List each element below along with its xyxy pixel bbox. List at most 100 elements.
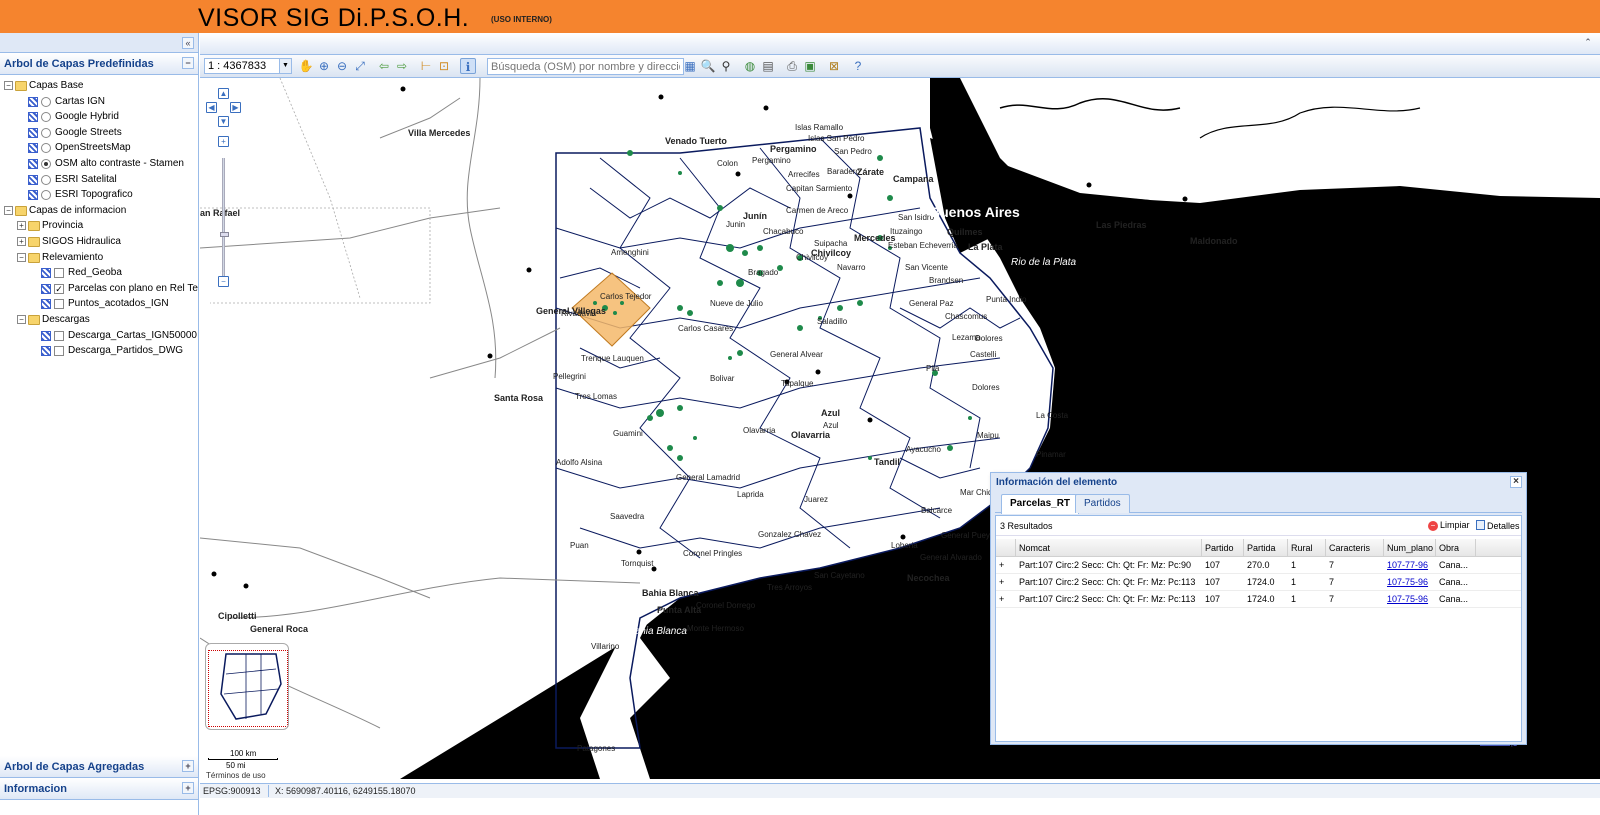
- tab-partidos[interactable]: Partidos: [1075, 494, 1130, 513]
- tree-node-label[interactable]: OSM alto contraste - Stamen: [55, 156, 184, 171]
- tree-node[interactable]: Google Streets: [0, 125, 198, 141]
- globe-icon[interactable]: ◍: [742, 58, 758, 74]
- tree-node-label[interactable]: Puntos_acotados_IGN: [68, 296, 169, 311]
- chevron-down-icon[interactable]: ▼: [279, 59, 291, 73]
- zoom-out-button[interactable]: −: [218, 276, 229, 287]
- tree-node[interactable]: + SIGOS Hidraulica: [0, 234, 198, 250]
- added-layers-header[interactable]: Arbol de Capas Agregadas +: [0, 756, 198, 778]
- tree-node[interactable]: − Relevamiento: [0, 250, 198, 266]
- expand-row-icon[interactable]: +: [996, 557, 1016, 573]
- info-icon[interactable]: ℹ: [460, 58, 476, 74]
- table-row[interactable]: + Part:107 Circ:2 Secc: Ch: Qt: Fr: Mz: P…: [996, 574, 1521, 591]
- tree-node-label[interactable]: Descarga_Partidos_DWG: [68, 343, 183, 358]
- tree-node[interactable]: + Provincia: [0, 218, 198, 234]
- tree-node[interactable]: Descarga_Partidos_DWG: [0, 343, 198, 359]
- zoom-slider[interactable]: [220, 158, 229, 283]
- tree-node[interactable]: ESRI Satelital: [0, 172, 198, 188]
- measure-area-icon[interactable]: ⊡: [436, 58, 452, 74]
- tree-node-label[interactable]: SIGOS Hidraulica: [42, 234, 121, 249]
- layer-checkbox[interactable]: [54, 330, 64, 341]
- expand-node-icon[interactable]: +: [17, 236, 26, 246]
- layer-checkbox[interactable]: [54, 299, 64, 310]
- expand-row-icon[interactable]: +: [996, 591, 1016, 607]
- layer-radio[interactable]: [41, 96, 51, 107]
- export-icon[interactable]: ▤: [760, 58, 776, 74]
- plan-number-link[interactable]: 107-77-96: [1387, 560, 1428, 570]
- tree-node-label[interactable]: Capas de informacion: [29, 203, 126, 218]
- scale-combo[interactable]: 1 : 4367833 ▼: [204, 58, 292, 74]
- layer-radio[interactable]: [41, 112, 51, 123]
- tree-node[interactable]: ✓ Parcelas con plano en Rel Territ: [0, 281, 198, 297]
- tree-node[interactable]: OpenStreetsMap: [0, 140, 198, 156]
- expand-info-button[interactable]: +: [182, 782, 194, 794]
- measure-distance-icon[interactable]: ⊢: [418, 58, 434, 74]
- layer-checkbox[interactable]: ✓: [54, 283, 64, 294]
- tree-node-label[interactable]: Google Streets: [55, 125, 122, 140]
- tree-node-label[interactable]: Parcelas con plano en Rel Territ: [68, 281, 198, 296]
- tree-node[interactable]: Puntos_acotados_IGN: [0, 296, 198, 312]
- column-header[interactable]: Rural: [1288, 539, 1326, 556]
- tree-node[interactable]: ESRI Topografico: [0, 187, 198, 203]
- pan-left-icon[interactable]: ◀: [206, 102, 217, 113]
- terms-link[interactable]: Términos de uso: [206, 771, 266, 779]
- close-icon[interactable]: ×: [1510, 476, 1522, 488]
- tree-node[interactable]: OSM alto contraste - Stamen: [0, 156, 198, 172]
- layer-radio[interactable]: [41, 190, 51, 201]
- tree-node-label[interactable]: Google Hybrid: [55, 109, 119, 124]
- column-header[interactable]: Partida: [1244, 539, 1288, 556]
- pan-right-icon[interactable]: ▶: [230, 102, 241, 113]
- layer-radio[interactable]: [41, 174, 51, 185]
- layer-radio[interactable]: [41, 127, 51, 138]
- tree-node-label[interactable]: Red_Geoba: [68, 265, 122, 280]
- zoom-in-button[interactable]: +: [218, 136, 229, 147]
- zoom-in-icon[interactable]: ⊕: [316, 58, 332, 74]
- feature-info-window[interactable]: Información del elemento × Parcelas_RT P…: [990, 472, 1527, 745]
- binoculars-icon[interactable]: ⚲: [718, 58, 734, 74]
- tree-node[interactable]: − Descargas: [0, 312, 198, 328]
- zoom-extent-icon[interactable]: ⤢: [352, 58, 368, 74]
- tree-node-label[interactable]: Descargas: [42, 312, 90, 327]
- collapse-panel-button[interactable]: «: [182, 37, 194, 49]
- tree-node[interactable]: Cartas IGN: [0, 94, 198, 110]
- image-export-icon[interactable]: ▣: [802, 58, 818, 74]
- search-input[interactable]: [487, 58, 684, 75]
- print-icon[interactable]: ⎙: [784, 58, 800, 74]
- expand-added-button[interactable]: +: [182, 760, 194, 772]
- column-header[interactable]: Partido: [1202, 539, 1244, 556]
- predefined-layers-header[interactable]: Arbol de Capas Predefinidas −: [0, 53, 198, 75]
- tree-node-label[interactable]: OpenStreetsMap: [55, 140, 131, 155]
- collapse-top-icon[interactable]: ⌃: [1582, 37, 1594, 49]
- tree-node[interactable]: Descarga_Cartas_IGN50000: [0, 328, 198, 344]
- column-header[interactable]: Nomcat: [1016, 539, 1202, 556]
- expand-node-icon[interactable]: +: [17, 221, 26, 231]
- collapse-node-icon[interactable]: −: [17, 314, 26, 324]
- tree-node[interactable]: Red_Geoba: [0, 265, 198, 281]
- tree-node[interactable]: Google Hybrid: [0, 109, 198, 125]
- tree-node-label[interactable]: Descarga_Cartas_IGN50000: [68, 328, 197, 343]
- help-icon[interactable]: ?: [850, 58, 866, 74]
- pan-down-icon[interactable]: ▼: [218, 116, 229, 127]
- column-header[interactable]: Obra: [1436, 539, 1476, 556]
- column-header[interactable]: Caracteris: [1326, 539, 1384, 556]
- previous-view-icon[interactable]: ⇦: [376, 58, 392, 74]
- tree-node-label[interactable]: ESRI Satelital: [55, 172, 117, 187]
- layer-checkbox[interactable]: [54, 268, 64, 279]
- pan-up-icon[interactable]: ▲: [218, 88, 229, 99]
- tree-node[interactable]: − Capas de informacion: [0, 203, 198, 219]
- clear-button[interactable]: − Limpiar: [1428, 520, 1470, 531]
- tree-node-label[interactable]: Provincia: [42, 218, 83, 233]
- next-view-icon[interactable]: ⇨: [394, 58, 410, 74]
- tree-node-label[interactable]: Relevamiento: [42, 250, 103, 265]
- search-icon[interactable]: 🔍: [700, 58, 716, 74]
- collapse-tree-button[interactable]: −: [182, 57, 194, 69]
- plan-number-link[interactable]: 107-75-96: [1387, 594, 1428, 604]
- collapse-node-icon[interactable]: −: [4, 205, 13, 215]
- column-header[interactable]: [996, 539, 1016, 556]
- tab-parcelas-rt[interactable]: Parcelas_RT: [1001, 494, 1080, 514]
- pan-hand-icon[interactable]: ✋: [298, 58, 314, 74]
- tree-node[interactable]: − Capas Base: [0, 78, 198, 94]
- tree-node-label[interactable]: Cartas IGN: [55, 94, 105, 109]
- tree-node-label[interactable]: ESRI Topografico: [55, 187, 133, 202]
- search-options-icon[interactable]: ▦: [682, 58, 698, 74]
- expand-row-icon[interactable]: +: [996, 574, 1016, 590]
